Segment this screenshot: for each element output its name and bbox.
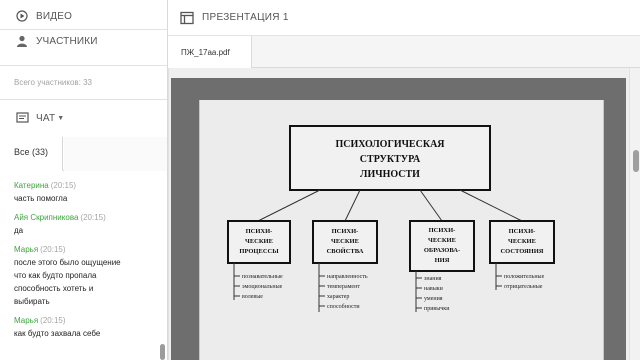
message-author: Айя Скрипникова: [14, 213, 79, 222]
viewer-canvas: ПСИХОЛОГИЧЕСКАЯ СТРУКТУРА ЛИЧНОСТИ ПСИХИ…: [171, 78, 626, 360]
sidebar-item-users[interactable]: УЧАСТНИКИ: [0, 29, 167, 53]
list-item: навыки: [424, 286, 444, 292]
list-item: познавательные: [242, 274, 283, 280]
list-item: привычки: [424, 306, 450, 312]
sidebar: ВИДЕО УЧАСТНИКИ Всего участников: 33 ЧАТ…: [0, 0, 168, 360]
file-tabbar: ПЖ_17aa.pdf: [168, 36, 640, 68]
tab-all[interactable]: Все (33): [0, 137, 63, 171]
list-item: характер: [327, 294, 349, 300]
list-item: эмоциональные: [242, 284, 283, 290]
message-time: (20:15): [40, 316, 66, 325]
presentation-title: ПРЕЗЕНТАЦИЯ 1: [202, 12, 289, 23]
root-title-line: ПСИХОЛОГИЧЕСКАЯ: [335, 139, 445, 150]
app-window: ВИДЕО УЧАСТНИКИ Всего участников: 33 ЧАТ…: [0, 0, 640, 360]
box-title-line: ЧЕСКИЕ: [331, 238, 359, 245]
list-item: волевые: [242, 294, 263, 300]
video-icon: [15, 9, 29, 23]
divider: [0, 65, 167, 66]
box-title-line: ПСИХИ-: [332, 228, 359, 235]
message-text: после этого было ощущение что как будто …: [14, 258, 121, 306]
chat-message: Марья (20:15) как будто захвала себе: [0, 314, 158, 340]
box-title-line: СВОЙСТВА: [327, 247, 364, 255]
viewer-scrollbar[interactable]: [629, 68, 640, 360]
video-label: ВИДЕО: [36, 10, 73, 22]
file-tab[interactable]: ПЖ_17aa.pdf: [168, 36, 252, 68]
message-text: да: [14, 226, 24, 235]
tabs-empty-area: [64, 137, 167, 171]
list-item: направленность: [327, 274, 368, 280]
list-item: умения: [424, 296, 443, 302]
users-label: УЧАСТНИКИ: [36, 35, 98, 47]
box-title-line: ЧЕСКИЕ: [508, 238, 536, 245]
message-time: (20:15): [40, 245, 66, 254]
box-title-line: НИЯ: [435, 257, 450, 264]
box-title-line: ЧЕСКИЕ: [245, 238, 273, 245]
connector-line: [257, 189, 321, 222]
participants-total: Всего участников: 33: [14, 78, 92, 87]
box-title-line: ОБРАЗОВА-: [424, 247, 460, 254]
chevron-down-icon: ▼: [57, 114, 65, 122]
sidebar-item-video[interactable]: ВИДЕО: [0, 5, 167, 27]
list-item: отрицательные: [504, 284, 543, 290]
connector-line: [419, 189, 443, 222]
chat-message: Айя Скрипникова (20:15) да: [0, 211, 158, 237]
message-author: Марья: [14, 245, 39, 254]
presentation-header: ПРЕЗЕНТАЦИЯ 1: [168, 0, 640, 36]
box-title-line: ЧЕСКИЕ: [428, 237, 456, 244]
chat-label: ЧАТ: [36, 112, 56, 124]
root-title-line: ЛИЧНОСТИ: [360, 169, 420, 180]
document-viewer: ПСИХОЛОГИЧЕСКАЯ СТРУКТУРА ЛИЧНОСТИ ПСИХИ…: [168, 68, 640, 360]
presentation-panel: ПРЕЗЕНТАЦИЯ 1 ПЖ_17aa.pdf ПСИХОЛОГИЧЕСКА…: [168, 0, 640, 360]
chat-menu-button[interactable]: ЧАТ ▼: [0, 108, 167, 128]
root-title-line: СТРУКТУРА: [360, 154, 421, 165]
box-title-line: ПСИХИ-: [509, 228, 536, 235]
pdf-page: ПСИХОЛОГИЧЕСКАЯ СТРУКТУРА ЛИЧНОСТИ ПСИХИ…: [199, 100, 604, 360]
box-title-line: СОСТОЯНИЯ: [500, 248, 543, 255]
scrollbar-thumb[interactable]: [633, 150, 639, 172]
list-item: темперамент: [327, 284, 360, 290]
divider: [0, 99, 167, 100]
list-item: способности: [327, 303, 360, 310]
chat-messages: Катерина (20:15) часть помогла Айя Скрипн…: [0, 179, 158, 360]
chat-icon: [15, 111, 29, 125]
box-title-line: ПСИХИ-: [246, 228, 273, 235]
box-title-line: ПСИХИ-: [429, 227, 456, 234]
chat-message: Катерина (20:15) часть помогла: [0, 179, 158, 205]
presentation-icon: [180, 11, 194, 24]
message-text: часть помогла: [14, 194, 68, 203]
message-author: Катерина: [14, 181, 49, 190]
structure-diagram: ПСИХОЛОГИЧЕСКАЯ СТРУКТУРА ЛИЧНОСТИ ПСИХИ…: [227, 125, 555, 312]
list-item: знания: [424, 276, 442, 282]
list-item: положительные: [504, 274, 545, 280]
message-time: (20:15): [80, 213, 106, 222]
user-icon: [15, 34, 29, 48]
message-text: как будто захвала себе: [14, 329, 101, 338]
connector-line: [459, 189, 523, 222]
chat-tabs: Все (33): [0, 137, 167, 171]
chat-message: Марья (20:15) после этого было ощущение ч…: [0, 243, 158, 308]
chat-scrollbar[interactable]: [160, 344, 165, 360]
box-title-line: ПРОЦЕССЫ: [239, 248, 279, 255]
connector-line: [344, 189, 361, 222]
message-author: Марья: [14, 316, 39, 325]
message-time: (20:15): [50, 181, 77, 190]
